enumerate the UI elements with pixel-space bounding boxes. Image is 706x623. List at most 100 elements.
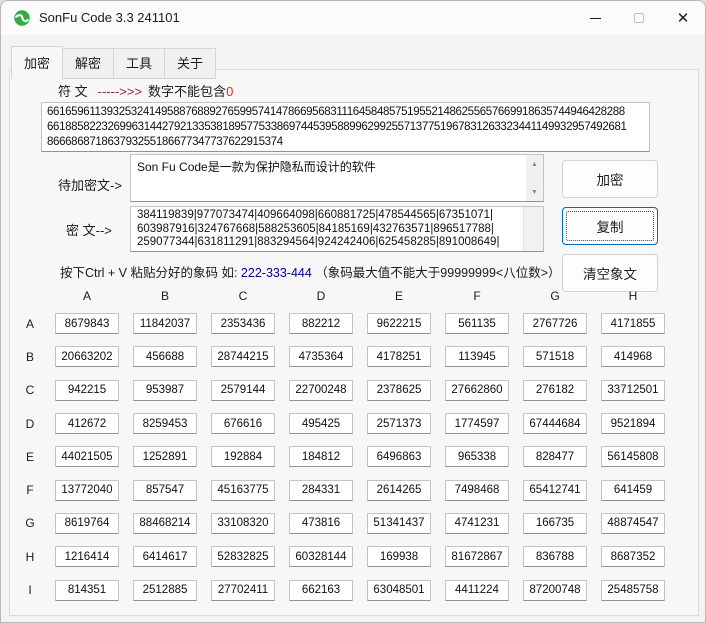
column-header: H <box>629 289 638 303</box>
maximize-icon <box>634 13 644 23</box>
grid-input[interactable] <box>445 380 509 401</box>
encrypt-button[interactable]: 加密 <box>562 160 658 198</box>
grid-input[interactable] <box>445 313 509 334</box>
grid-input[interactable] <box>55 513 119 534</box>
grid-input[interactable] <box>55 380 119 401</box>
grid-input[interactable] <box>133 513 197 534</box>
ciphertext-scrollbar[interactable] <box>523 207 543 251</box>
grid-input[interactable] <box>601 380 665 401</box>
tab-tools[interactable]: 工具 <box>114 48 165 79</box>
grid-input[interactable] <box>601 446 665 467</box>
plaintext-textbox[interactable]: Son Fu Code是一款为保护隐私而设计的软件 ▲ ▼ <box>130 154 544 202</box>
grid-input[interactable] <box>133 413 197 434</box>
close-button[interactable]: ✕ <box>661 1 705 35</box>
grid-input[interactable] <box>133 580 197 601</box>
grid-input[interactable] <box>601 546 665 567</box>
grid-input[interactable] <box>601 313 665 334</box>
grid-input[interactable] <box>367 346 431 367</box>
grid-input[interactable] <box>211 446 275 467</box>
grid-input[interactable] <box>601 346 665 367</box>
grid-input[interactable] <box>55 313 119 334</box>
grid-input[interactable] <box>445 546 509 567</box>
grid-input[interactable] <box>445 580 509 601</box>
grid-input[interactable] <box>289 380 353 401</box>
grid-input[interactable] <box>211 480 275 501</box>
column-header: A <box>83 289 91 303</box>
grid-input[interactable] <box>289 513 353 534</box>
grid-input[interactable] <box>445 346 509 367</box>
grid-input[interactable] <box>211 346 275 367</box>
grid-input[interactable] <box>367 380 431 401</box>
grid-input[interactable] <box>133 446 197 467</box>
column-header: E <box>395 289 403 303</box>
paste-hint: 按下Ctrl + V 粘贴分好的象码 如: 222-333-444 （象码最大值… <box>60 262 561 281</box>
grid-input[interactable] <box>445 413 509 434</box>
grid-input[interactable] <box>289 413 353 434</box>
grid-input[interactable] <box>55 346 119 367</box>
grid-input[interactable] <box>133 380 197 401</box>
grid-input[interactable] <box>367 446 431 467</box>
grid-input[interactable] <box>211 546 275 567</box>
grid-input[interactable] <box>523 513 587 534</box>
tab-encrypt[interactable]: 加密 <box>11 46 63 79</box>
grid-input[interactable] <box>133 480 197 501</box>
grid-input[interactable] <box>367 480 431 501</box>
grid-input[interactable] <box>211 380 275 401</box>
plaintext-scrollbar[interactable]: ▲ ▼ <box>526 155 543 201</box>
grid-input[interactable] <box>523 413 587 434</box>
tab-about[interactable]: 关于 <box>165 48 216 79</box>
ciphertext-textbox[interactable]: 384119839|977073474|409664098|660881725|… <box>130 206 544 252</box>
grid-input[interactable] <box>523 346 587 367</box>
grid-input[interactable] <box>523 446 587 467</box>
grid-input[interactable] <box>133 346 197 367</box>
scroll-down-icon[interactable]: ▼ <box>526 185 543 199</box>
grid-input[interactable] <box>601 413 665 434</box>
grid-input[interactable] <box>445 480 509 501</box>
grid-input[interactable] <box>55 546 119 567</box>
copy-button[interactable]: 复制 <box>562 207 658 245</box>
runes-note: 数字不能包含 <box>148 84 226 99</box>
maximize-button[interactable] <box>617 1 661 35</box>
grid-input[interactable] <box>601 480 665 501</box>
grid-input[interactable] <box>289 546 353 567</box>
grid-input[interactable] <box>601 513 665 534</box>
grid-input[interactable] <box>289 313 353 334</box>
grid-input[interactable] <box>445 446 509 467</box>
app-window: SonFu Code 3.3 241101 ✕ 加密 解密 工具 关于 符 文-… <box>0 0 706 623</box>
grid-input[interactable] <box>211 313 275 334</box>
grid-input[interactable] <box>289 446 353 467</box>
grid-input[interactable] <box>601 580 665 601</box>
scroll-up-icon[interactable]: ▲ <box>526 157 543 171</box>
grid-input[interactable] <box>289 346 353 367</box>
grid-input[interactable] <box>55 480 119 501</box>
encrypt-tab-page: 符 文----->>>数字不能包含0 661659611393253241495… <box>9 69 699 616</box>
grid-input[interactable] <box>133 546 197 567</box>
grid-input[interactable] <box>367 513 431 534</box>
grid-input[interactable] <box>367 580 431 601</box>
grid-input[interactable] <box>211 413 275 434</box>
grid-input[interactable] <box>523 480 587 501</box>
grid-input[interactable] <box>523 546 587 567</box>
grid-input[interactable] <box>445 513 509 534</box>
row-label: B <box>26 350 34 364</box>
runes-caption: 符 文----->>>数字不能包含0 <box>58 81 233 100</box>
grid-input[interactable] <box>289 580 353 601</box>
grid-input[interactable] <box>523 313 587 334</box>
runes-line: 6618858223269963144279213353818957753386… <box>47 120 644 135</box>
grid-input[interactable] <box>211 513 275 534</box>
runes-line: 6616596113932532414958876889276599574147… <box>47 105 644 120</box>
grid-input[interactable] <box>367 413 431 434</box>
minimize-button[interactable] <box>573 1 617 35</box>
grid-input[interactable] <box>133 313 197 334</box>
grid-input[interactable] <box>367 313 431 334</box>
grid-input[interactable] <box>523 380 587 401</box>
grid-input[interactable] <box>55 413 119 434</box>
grid-input[interactable] <box>211 580 275 601</box>
grid-input[interactable] <box>55 580 119 601</box>
grid-input[interactable] <box>289 480 353 501</box>
grid-input[interactable] <box>367 546 431 567</box>
runes-textarea[interactable]: 6616596113932532414958876889276599574147… <box>41 102 650 152</box>
grid-input[interactable] <box>55 446 119 467</box>
grid-input[interactable] <box>523 580 587 601</box>
tab-decrypt[interactable]: 解密 <box>63 48 114 79</box>
